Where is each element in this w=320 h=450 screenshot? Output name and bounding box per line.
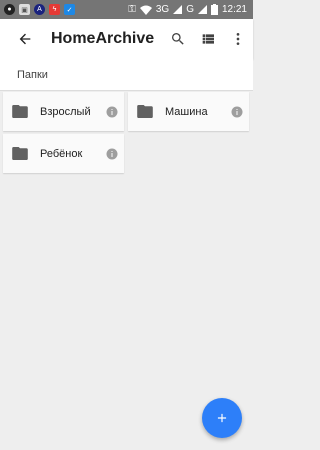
- clock: 12:21: [221, 4, 247, 15]
- signal-icon-2: [197, 5, 207, 14]
- wifi-icon: [139, 5, 152, 15]
- battery-icon: [210, 4, 218, 15]
- key-icon: ⚿: [128, 4, 136, 15]
- add-icon: [217, 413, 227, 423]
- add-folder-button[interactable]: [202, 398, 242, 438]
- view-list-icon: [202, 34, 214, 44]
- folder-item[interactable]: Машина: [128, 92, 249, 131]
- back-button[interactable]: [5, 19, 45, 59]
- status-bar: ● ▣ A ϟ ✓ ⚿ 3G G 12:21: [0, 0, 253, 19]
- view-list-button[interactable]: [193, 19, 223, 59]
- carrier-label: G: [186, 4, 194, 15]
- more-vert-icon: [236, 33, 240, 45]
- notification-icons: ● ▣ A ϟ ✓: [0, 4, 75, 15]
- headset-icon: ●: [4, 4, 15, 15]
- folder-icon: [12, 147, 28, 160]
- section-header: Папки: [0, 59, 253, 91]
- info-icon[interactable]: [106, 148, 118, 160]
- folder-name: Взрослый: [40, 105, 91, 118]
- info-icon[interactable]: [231, 106, 243, 118]
- search-button[interactable]: [163, 19, 193, 59]
- system-status: ⚿ 3G G 12:21: [128, 4, 253, 15]
- signal-icon: [173, 5, 183, 14]
- folder-name: Ребёнок: [40, 147, 83, 160]
- folder-icon: [12, 105, 28, 118]
- network-type: 3G: [155, 4, 170, 15]
- search-icon: [172, 33, 184, 45]
- page-title: HomeArchive: [51, 30, 155, 47]
- folder-icon: [137, 105, 153, 118]
- info-icon[interactable]: [106, 106, 118, 118]
- folder-item[interactable]: Взрослый: [3, 92, 124, 131]
- flash-icon: ϟ: [49, 4, 60, 15]
- toolbar-actions: [163, 19, 253, 59]
- arrow-back-icon: [19, 33, 31, 45]
- app-bar: HomeArchive: [0, 19, 253, 59]
- browser-icon: A: [34, 4, 45, 15]
- folder-item[interactable]: Ребёнок: [3, 134, 124, 173]
- gallery-icon: ▣: [19, 4, 30, 15]
- folder-name: Машина: [165, 105, 208, 118]
- more-options-button[interactable]: [223, 19, 253, 59]
- check-icon: ✓: [64, 4, 75, 15]
